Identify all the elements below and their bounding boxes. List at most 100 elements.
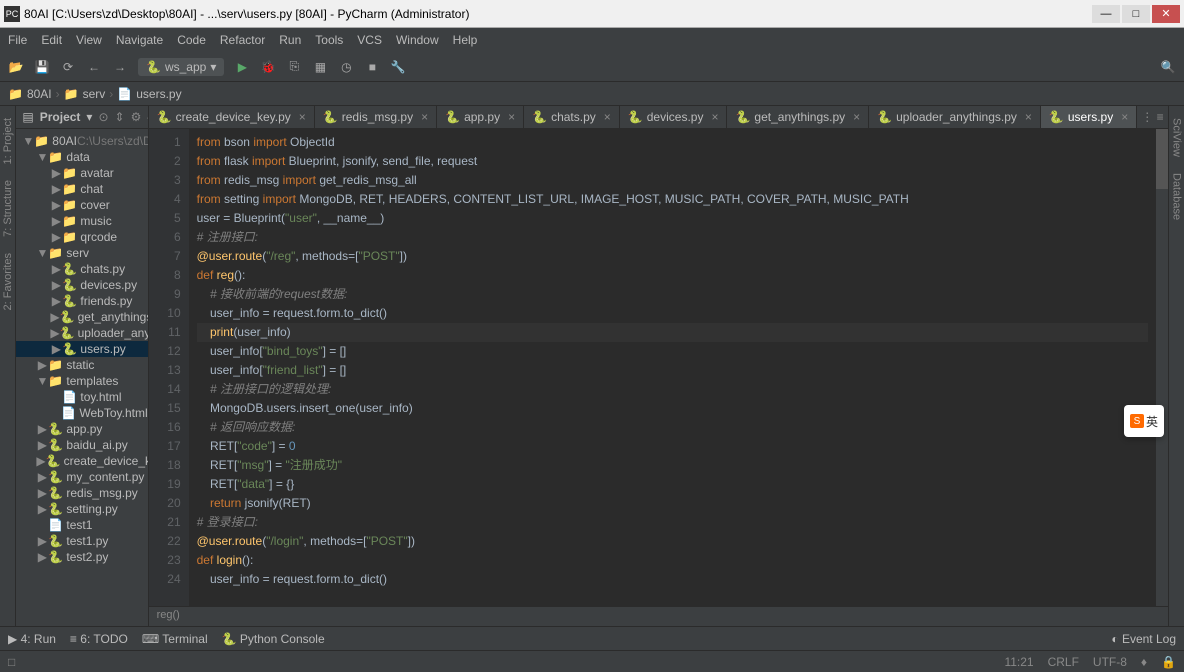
tool-tab-structure[interactable]: 7: Structure	[2, 180, 14, 237]
menu-help[interactable]: Help	[453, 33, 478, 47]
close-icon[interactable]: ×	[711, 110, 718, 124]
close-icon[interactable]: ×	[299, 110, 306, 124]
tree-item[interactable]: ▶🐍my_content.py	[16, 469, 147, 485]
stop-button[interactable]: ■	[364, 59, 380, 75]
tool-tab-project[interactable]: 1: Project	[2, 118, 14, 164]
editor-tab[interactable]: 🐍app.py×	[437, 106, 524, 128]
tree-item[interactable]: ▼📁serv	[16, 245, 147, 261]
menu-view[interactable]: View	[76, 33, 102, 47]
run-config-selector[interactable]: 🐍 ws_app ▾	[138, 58, 224, 76]
menu-vcs[interactable]: VCS	[357, 33, 382, 47]
menu-code[interactable]: Code	[177, 33, 206, 47]
tree-item[interactable]: ▼📁80AI C:\Users\zd\Desktop\8	[16, 133, 147, 149]
search-icon[interactable]: 🔍	[1160, 59, 1176, 75]
editor-tab[interactable]: 🐍devices.py×	[620, 106, 728, 128]
tree-item[interactable]: ▶🐍test2.py	[16, 549, 147, 565]
tree-item[interactable]: ▶🐍chats.py	[16, 261, 147, 277]
tree-item[interactable]: 📄WebToy.html	[16, 405, 147, 421]
tree-item[interactable]: ▶📁static	[16, 357, 147, 373]
tree-item[interactable]: ▶🐍app.py	[16, 421, 147, 437]
breadcrumb-item[interactable]: 📁80AI	[8, 87, 52, 101]
tree-item[interactable]: ▶🐍get_anythings.py	[16, 309, 147, 325]
tree-item[interactable]: ▶📁cover	[16, 197, 147, 213]
coverage-icon[interactable]: ▦	[312, 59, 328, 75]
tree-item[interactable]: ▶🐍users.py	[16, 341, 147, 357]
maximize-button[interactable]: □	[1122, 5, 1150, 23]
close-icon[interactable]: ×	[1025, 110, 1032, 124]
breadcrumb-item[interactable]: › 📄users.py	[109, 87, 181, 101]
editor-tab[interactable]: 🐍redis_msg.py×	[315, 106, 437, 128]
tree-item[interactable]: ▼📁data	[16, 149, 147, 165]
menu-run[interactable]: Run	[279, 33, 301, 47]
tree-item[interactable]: ▶🐍redis_msg.py	[16, 485, 147, 501]
chevron-down-icon[interactable]: ▾	[86, 110, 92, 124]
tree-item[interactable]: ▶📁chat	[16, 181, 147, 197]
tree-item[interactable]: ▶🐍uploader_anythings.py	[16, 325, 147, 341]
attach-icon[interactable]: ⎘	[286, 59, 302, 75]
menu-refactor[interactable]: Refactor	[220, 33, 265, 47]
scrollbar[interactable]	[1156, 129, 1168, 606]
tool-tab-sciview[interactable]: SciView	[1170, 118, 1182, 157]
close-icon[interactable]: ×	[421, 110, 428, 124]
code-editor[interactable]: from bson import ObjectIdfrom flask impo…	[189, 129, 1156, 606]
tools-icon[interactable]: 🔧	[390, 59, 406, 75]
tree-item[interactable]: ▶📁qrcode	[16, 229, 147, 245]
context-indicator[interactable]: ♦	[1141, 655, 1147, 669]
run-button[interactable]: ▶	[234, 59, 250, 75]
ime-indicator[interactable]: S 英	[1124, 405, 1164, 437]
tree-item[interactable]: ▶🐍devices.py	[16, 277, 147, 293]
terminal-tool-button[interactable]: ⌨ Terminal	[142, 632, 208, 646]
tree-item[interactable]: ▶📁music	[16, 213, 147, 229]
forward-icon[interactable]: →	[112, 59, 128, 75]
event-log-button[interactable]: ◐ Event Log	[1111, 632, 1176, 646]
gear-icon[interactable]: ⚙	[131, 110, 142, 124]
tree-item[interactable]: ▶🐍setting.py	[16, 501, 147, 517]
editor-tab[interactable]: 🐍create_device_key.py×	[149, 106, 315, 128]
caret-position[interactable]: 11:21	[1004, 655, 1033, 669]
project-tree[interactable]: ▼📁80AI C:\Users\zd\Desktop\8▼📁data▶📁avat…	[16, 129, 147, 569]
tool-tab-favorites[interactable]: 2: Favorites	[2, 253, 14, 310]
target-icon[interactable]: ⊙	[98, 110, 108, 124]
tree-item[interactable]: ▶🐍friends.py	[16, 293, 147, 309]
minimize-button[interactable]: —	[1092, 5, 1120, 23]
tree-item[interactable]: ▶🐍test1.py	[16, 533, 147, 549]
line-separator[interactable]: CRLF	[1048, 655, 1079, 669]
back-icon[interactable]: ←	[86, 59, 102, 75]
menu-navigate[interactable]: Navigate	[116, 33, 163, 47]
tab-list-icon[interactable]: ≡	[1157, 110, 1164, 124]
lock-icon[interactable]: 🔒	[1161, 655, 1176, 669]
code-breadcrumb[interactable]: reg()	[149, 606, 1168, 626]
close-icon[interactable]: ×	[604, 110, 611, 124]
editor-tab[interactable]: 🐍chats.py×	[524, 106, 620, 128]
status-action-icon[interactable]: □	[8, 655, 15, 669]
encoding[interactable]: UTF-8	[1093, 655, 1127, 669]
breadcrumb-item[interactable]: › 📁serv	[56, 87, 106, 101]
run-tool-button[interactable]: ▶ 4: Run	[8, 632, 56, 646]
editor-tab[interactable]: 🐍users.py×	[1041, 106, 1137, 128]
open-icon[interactable]: 📂	[8, 59, 24, 75]
close-icon[interactable]: ×	[1121, 110, 1128, 124]
close-button[interactable]: ✕	[1152, 5, 1180, 23]
editor-tab[interactable]: 🐍uploader_anythings.py×	[869, 106, 1041, 128]
save-icon[interactable]: 💾	[34, 59, 50, 75]
menu-file[interactable]: File	[8, 33, 27, 47]
todo-tool-button[interactable]: ≡ 6: TODO	[70, 632, 128, 646]
refresh-icon[interactable]: ⟳	[60, 59, 76, 75]
menu-edit[interactable]: Edit	[41, 33, 62, 47]
menu-window[interactable]: Window	[396, 33, 439, 47]
tree-item[interactable]: ▼📁templates	[16, 373, 147, 389]
collapse-icon[interactable]: ⇕	[115, 110, 125, 124]
python-console-button[interactable]: 🐍 Python Console	[222, 632, 325, 646]
menu-tools[interactable]: Tools	[315, 33, 343, 47]
close-icon[interactable]: ×	[853, 110, 860, 124]
profile-icon[interactable]: ◷	[338, 59, 354, 75]
debug-button[interactable]: 🐞	[260, 59, 276, 75]
tab-actions-icon[interactable]: ⋮	[1141, 110, 1153, 124]
close-icon[interactable]: ×	[508, 110, 515, 124]
tree-item[interactable]: 📄toy.html	[16, 389, 147, 405]
tree-item[interactable]: 📄test1	[16, 517, 147, 533]
editor-tab[interactable]: 🐍get_anythings.py×	[727, 106, 869, 128]
tool-tab-database[interactable]: Database	[1170, 173, 1182, 220]
tree-item[interactable]: ▶🐍baidu_ai.py	[16, 437, 147, 453]
tree-item[interactable]: ▶🐍create_device_key.py	[16, 453, 147, 469]
